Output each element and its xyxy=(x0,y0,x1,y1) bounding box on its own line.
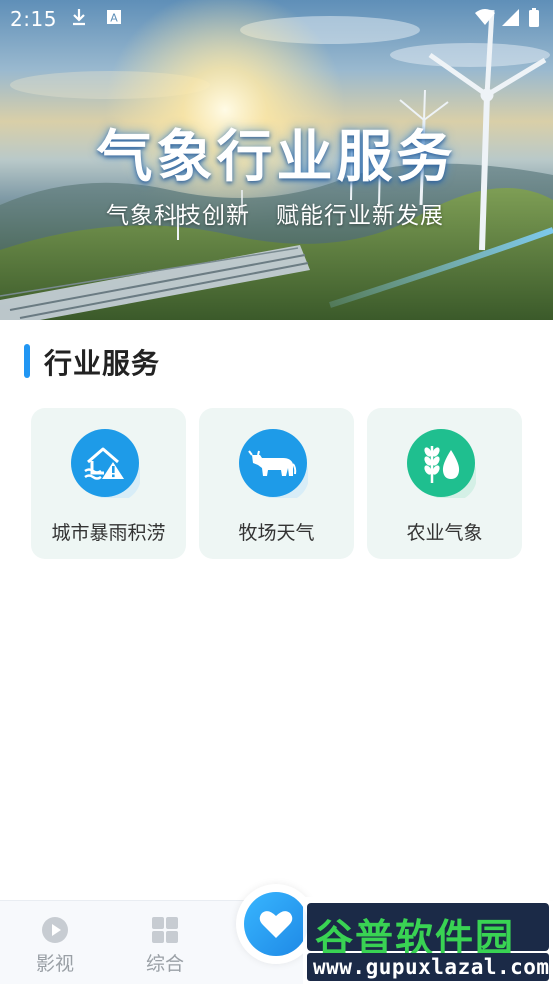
play-circle-icon xyxy=(42,917,68,943)
battery-icon xyxy=(529,8,539,27)
service-card-urban-flood[interactable]: 城市暴雨积涝 xyxy=(31,408,186,559)
watermark: 谷普软件园 www.gupuxlazal.com xyxy=(303,897,553,984)
wheat-drop-icon xyxy=(407,429,476,498)
font-a-icon: A xyxy=(107,10,121,25)
nav-label-general: 综合 xyxy=(145,953,184,975)
flood-house-icon xyxy=(71,429,140,498)
nav-label-video: 影视 xyxy=(35,953,74,975)
hero-banner: 2:15 A 气象行业服务 气象科技创新 赋能行业新发展 xyxy=(0,0,553,320)
signal-icon xyxy=(502,9,519,26)
banner-subtitle-left: 气象科技创新 xyxy=(106,203,250,229)
nav-item-general[interactable]: 综合 xyxy=(135,915,195,976)
service-card-pasture-weather[interactable]: 牧场天气 xyxy=(199,408,354,559)
status-time: 2:15 xyxy=(10,7,57,31)
wifi-icon xyxy=(475,9,495,25)
service-label: 农业气象 xyxy=(406,522,483,544)
service-label: 牧场天气 xyxy=(238,522,315,544)
section-title: 行业服务 xyxy=(44,347,161,380)
watermark-url: www.gupuxlazal.com xyxy=(313,955,550,979)
nav-item-video[interactable]: 影视 xyxy=(25,915,85,976)
heart-icon xyxy=(259,911,293,938)
section-accent-bar xyxy=(24,344,30,378)
grid-icon xyxy=(152,917,178,943)
banner-title: 气象行业服务 xyxy=(96,125,457,190)
watermark-url-bar: www.gupuxlazal.com xyxy=(307,953,549,981)
service-label: 城市暴雨积涝 xyxy=(51,522,166,544)
fab-circle xyxy=(244,892,308,956)
watermark-logo: 谷普软件园 xyxy=(307,903,549,960)
download-icon xyxy=(73,9,85,26)
svg-text:A: A xyxy=(110,12,118,25)
status-bar: 2:15 A xyxy=(0,0,553,40)
banner-subtitle-right: 赋能行业新发展 xyxy=(276,203,444,229)
cattle-icon xyxy=(239,429,308,498)
service-card-agri-weather[interactable]: 农业气象 xyxy=(367,408,522,559)
